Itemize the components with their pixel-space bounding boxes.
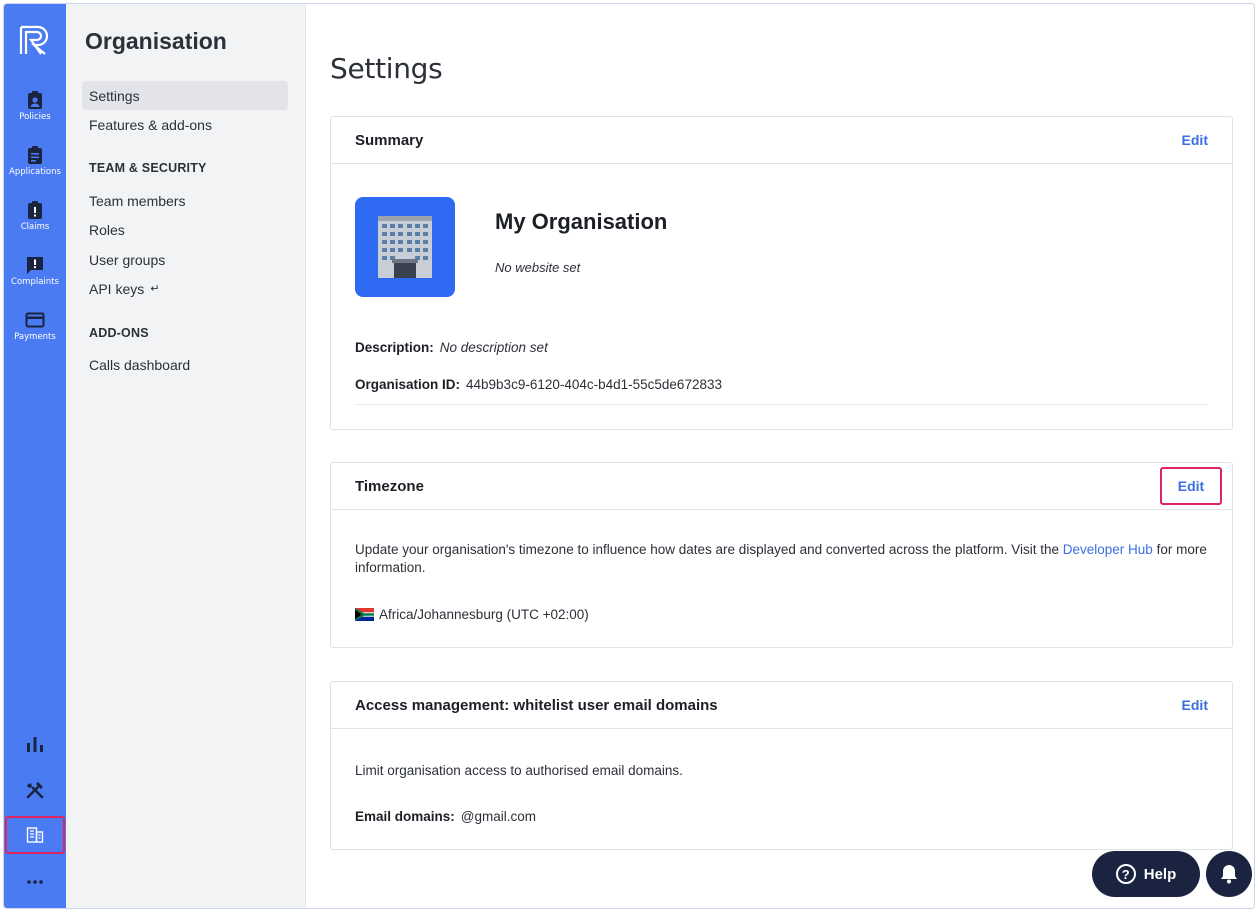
timezone-text-before: Update your organisation's timezone to i…: [355, 542, 1063, 557]
clipboard-alert-icon: [28, 201, 42, 219]
page-title: Settings: [330, 52, 443, 85]
sidebar-item-features[interactable]: Features & add-ons: [82, 110, 288, 139]
rail-item-complaints[interactable]: Complaints: [4, 255, 66, 307]
card-title: Access management: whitelist user email …: [355, 696, 718, 714]
description-label: Description:: [355, 340, 434, 355]
card-title: Summary: [355, 131, 424, 149]
rail-item-policies[interactable]: Policies: [4, 90, 66, 142]
question-icon: ?: [1115, 864, 1136, 884]
card-header: Summary Edit: [331, 117, 1232, 164]
rail-item-applications[interactable]: Applications: [4, 145, 66, 197]
sidebar-item-team-members[interactable]: Team members: [82, 186, 288, 215]
main-content: Settings Summary Edit My Organisation No…: [306, 4, 1254, 908]
bar-chart-icon: [27, 737, 43, 752]
clipboard-list-icon: [28, 146, 42, 164]
logo-icon[interactable]: [18, 24, 50, 56]
timezone-value-row: Africa/Johannesburg (UTC +02:00): [355, 606, 1210, 624]
description-value: No description set: [439, 340, 548, 355]
help-button[interactable]: ? Help: [1092, 851, 1200, 897]
organisation-avatar[interactable]: [355, 197, 455, 297]
sidebar-heading-team: TEAM & SECURITY: [89, 161, 207, 175]
access-edit-button[interactable]: Edit: [1182, 697, 1208, 713]
access-description: Limit organisation access to authorised …: [355, 763, 683, 778]
timezone-value: Africa/Johannesburg (UTC +02:00): [379, 607, 589, 622]
credit-card-icon: [25, 312, 45, 328]
divider: [355, 404, 1208, 405]
email-domains-label: Email domains:: [355, 809, 455, 824]
rail-item-label: Claims: [20, 222, 50, 232]
sidebar-title: Organisation: [85, 28, 227, 54]
developer-hub-link[interactable]: Developer Hub: [1063, 542, 1153, 557]
edit-label: Edit: [1177, 478, 1205, 494]
summary-card: Summary Edit My Organisation No website …: [330, 116, 1233, 430]
office-building-icon: [378, 216, 432, 278]
sidebar-item-roles[interactable]: Roles: [82, 215, 288, 244]
rail-item-label: Complaints: [11, 277, 59, 287]
rail-more-button[interactable]: [4, 862, 66, 902]
south-africa-flag-icon: [355, 608, 374, 621]
rail-item-label: Policies: [19, 112, 51, 122]
app-window: Policies Applications Claims Complaints …: [3, 3, 1255, 909]
rail-tools-button[interactable]: [4, 770, 66, 810]
return-arrow-icon: ↵: [150, 283, 160, 295]
clipboard-person-icon: [28, 91, 42, 109]
sidebar-item-settings[interactable]: Settings: [82, 81, 288, 110]
rail-item-claims[interactable]: Claims: [4, 200, 66, 252]
sidebar-item-calls-dashboard[interactable]: Calls dashboard: [82, 350, 288, 379]
tools-icon: [26, 782, 44, 799]
organisation-name: My Organisation: [495, 209, 668, 234]
sidebar-item-user-groups[interactable]: User groups: [82, 245, 288, 274]
rail-item-label: Payments: [14, 332, 56, 342]
timezone-description: Update your organisation's timezone to i…: [355, 541, 1210, 577]
rail-analytics-button[interactable]: [4, 724, 66, 764]
card-header: Access management: whitelist user email …: [331, 682, 1232, 729]
building-icon: [26, 827, 44, 843]
icon-rail: Policies Applications Claims Complaints …: [4, 4, 66, 908]
timezone-card: Timezone Edit Update your organisation's…: [330, 462, 1233, 648]
help-label: Help: [1143, 865, 1177, 883]
bell-icon: [1221, 865, 1237, 884]
email-domains-row: Email domains: @gmail.com: [355, 809, 536, 824]
rail-item-payments[interactable]: Payments: [4, 310, 66, 362]
notifications-button[interactable]: [1206, 851, 1252, 897]
email-domains-value: @gmail.com: [460, 809, 537, 824]
summary-edit-button[interactable]: Edit: [1182, 132, 1208, 148]
card-title: Timezone: [355, 477, 424, 495]
rail-item-label: Applications: [9, 167, 61, 177]
more-icon: [27, 880, 43, 884]
organisation-sidebar: Organisation Settings Features & add-ons…: [66, 4, 306, 908]
rail-organisation-button[interactable]: [5, 816, 65, 854]
description-row: Description: No description set: [355, 340, 548, 355]
access-management-card: Access management: whitelist user email …: [330, 681, 1233, 850]
organisation-id-value: 44b9b3c9-6120-404c-b4d1-55c5de672833: [466, 377, 722, 392]
card-header: Timezone Edit: [331, 463, 1232, 510]
sidebar-item-api-keys[interactable]: API keys ↵: [82, 274, 288, 303]
chat-alert-icon: [27, 257, 43, 274]
sidebar-heading-addons: ADD-ONS: [89, 326, 149, 340]
organisation-id-label: Organisation ID:: [355, 377, 461, 392]
sidebar-item-label: API keys: [89, 280, 145, 297]
organisation-website: No website set: [495, 260, 581, 275]
organisation-id-row: Organisation ID: 44b9b3c9-6120-404c-b4d1-…: [355, 377, 722, 392]
timezone-edit-button[interactable]: Edit: [1160, 467, 1222, 505]
